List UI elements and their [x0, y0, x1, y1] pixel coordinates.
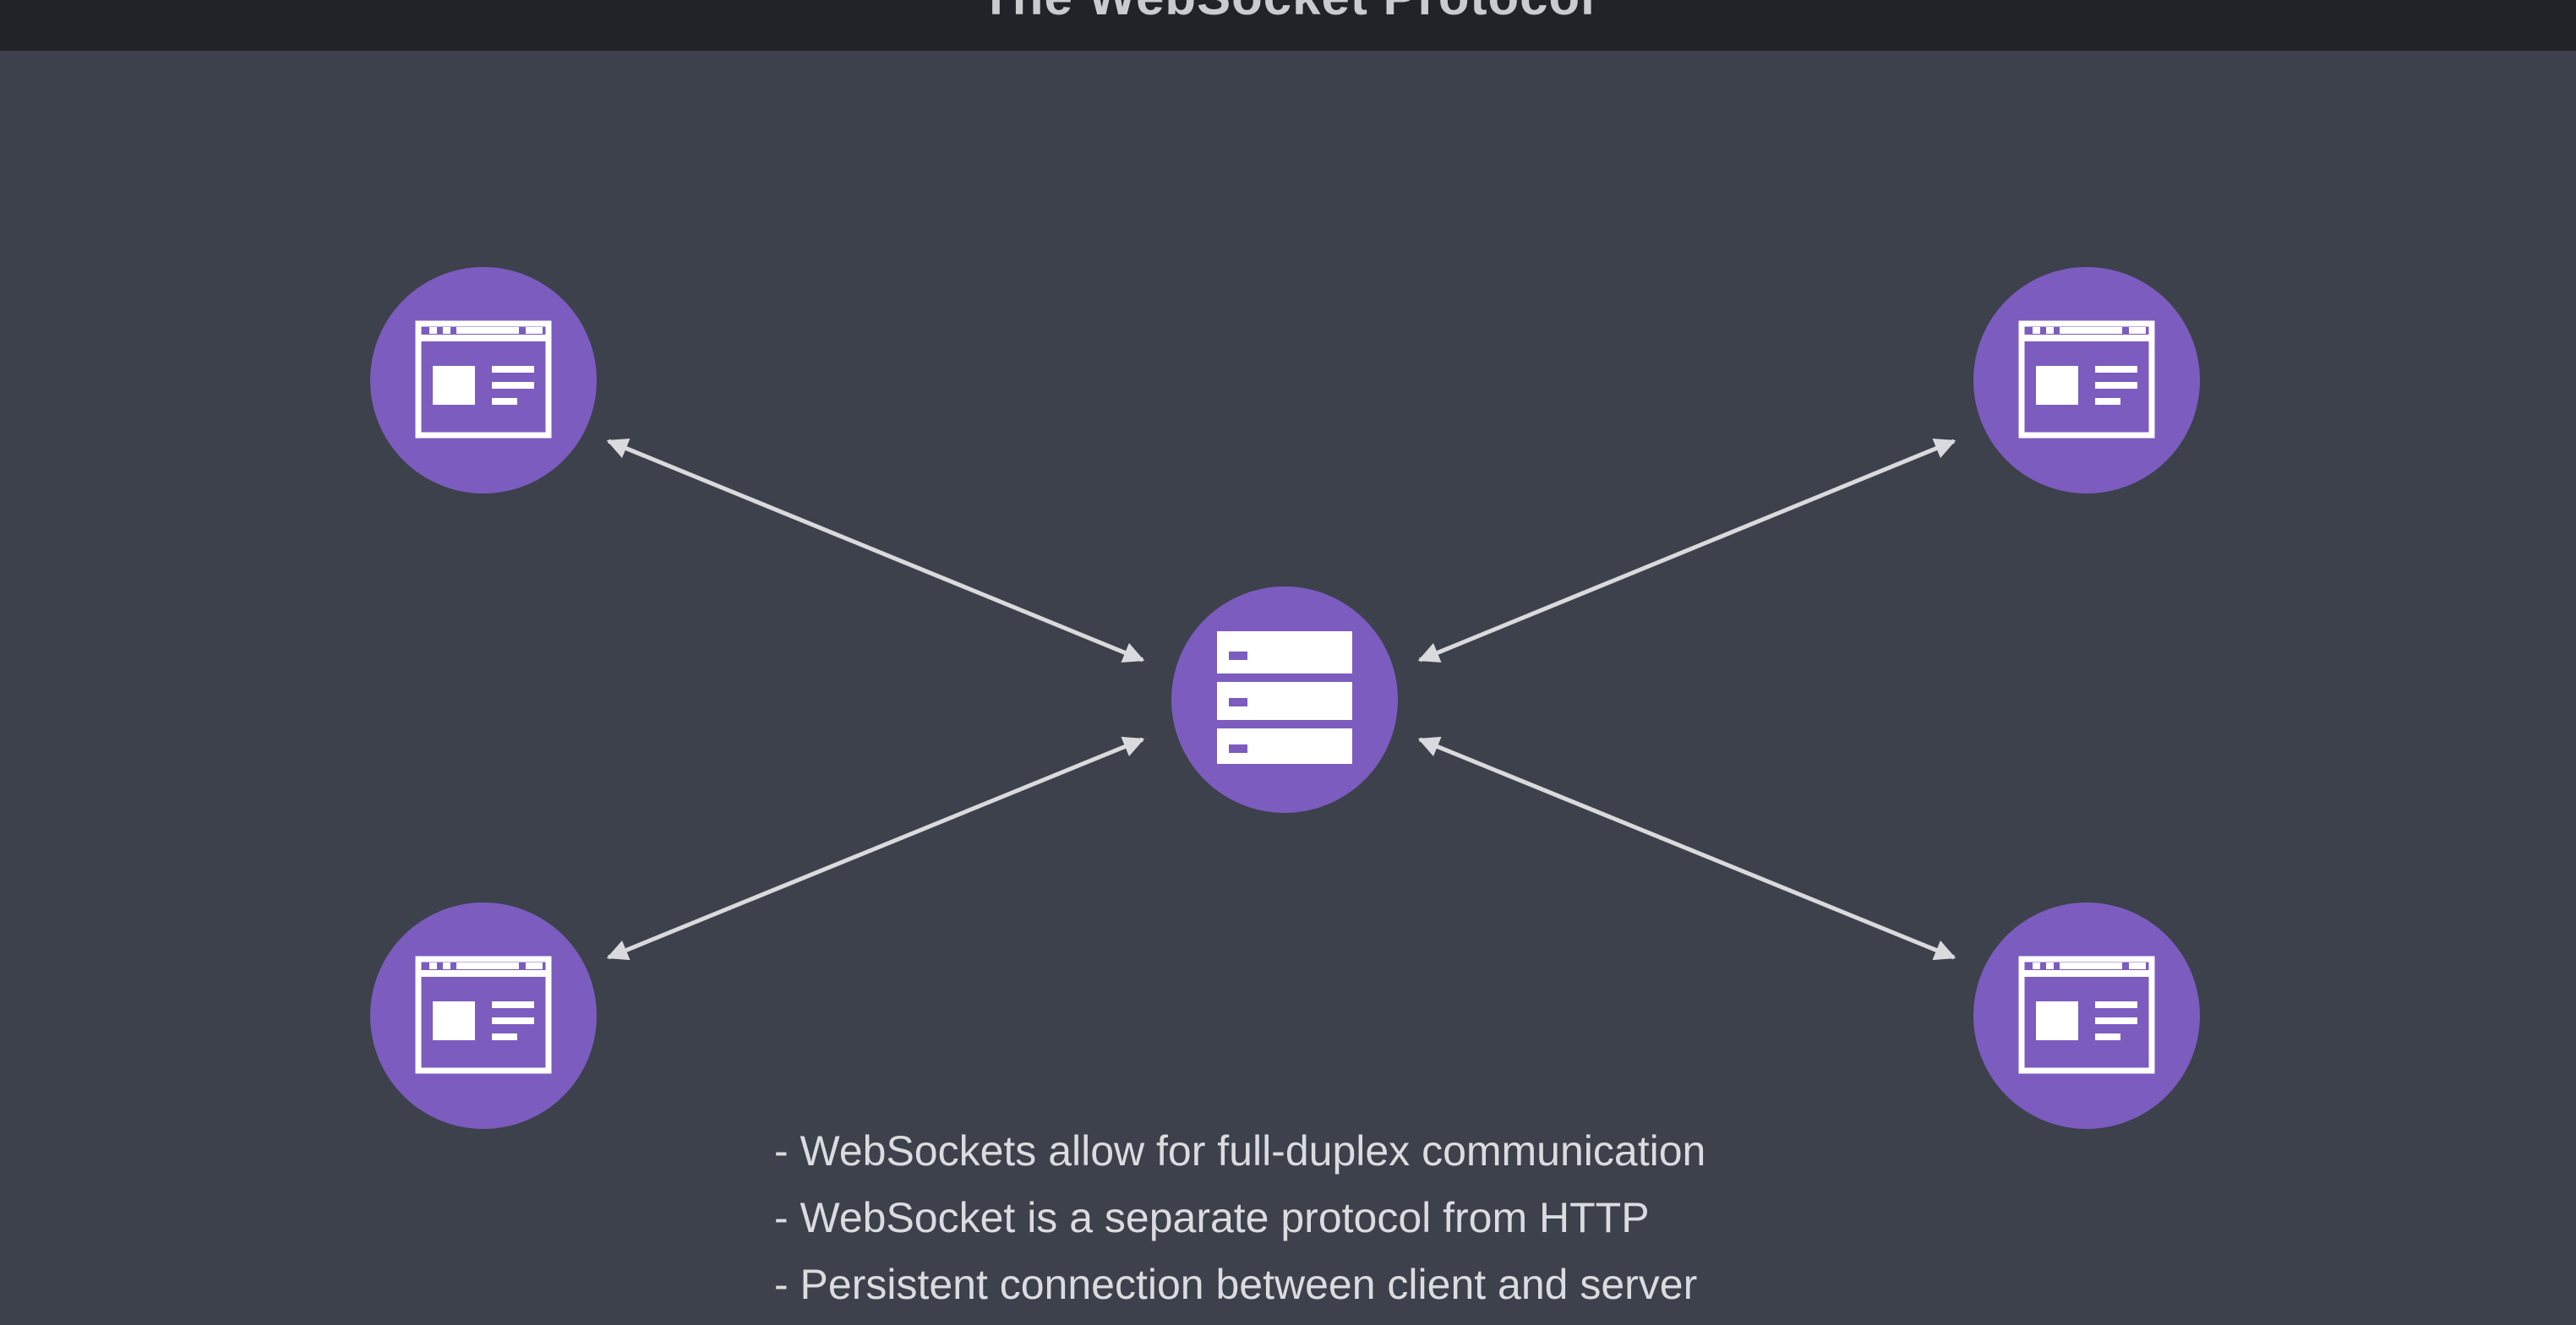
bullet-item: - WebSocket is a separate protocol from … [774, 1194, 1650, 1241]
connection-arrow-top-left [606, 438, 1145, 663]
client-node-top-right [1973, 267, 2200, 493]
connection-arrow-bottom-right [1417, 736, 1957, 961]
bullet-list: - WebSockets allow for full-duplex commu… [774, 1118, 1706, 1318]
server-icon [1213, 631, 1356, 764]
client-node-bottom-left [370, 902, 597, 1129]
server-node [1171, 586, 1398, 813]
connection-arrow-top-right [1417, 438, 1957, 663]
bullet-item: - Persistent connection between client a… [774, 1261, 1698, 1308]
slide: The WebSocket Protocol [0, 0, 2576, 1325]
connection-arrow-bottom-left [606, 736, 1145, 961]
client-node-top-left [370, 267, 597, 493]
client-node-bottom-right [1973, 902, 2200, 1129]
bullet-item: - WebSockets allow for full-duplex commu… [774, 1127, 1706, 1175]
